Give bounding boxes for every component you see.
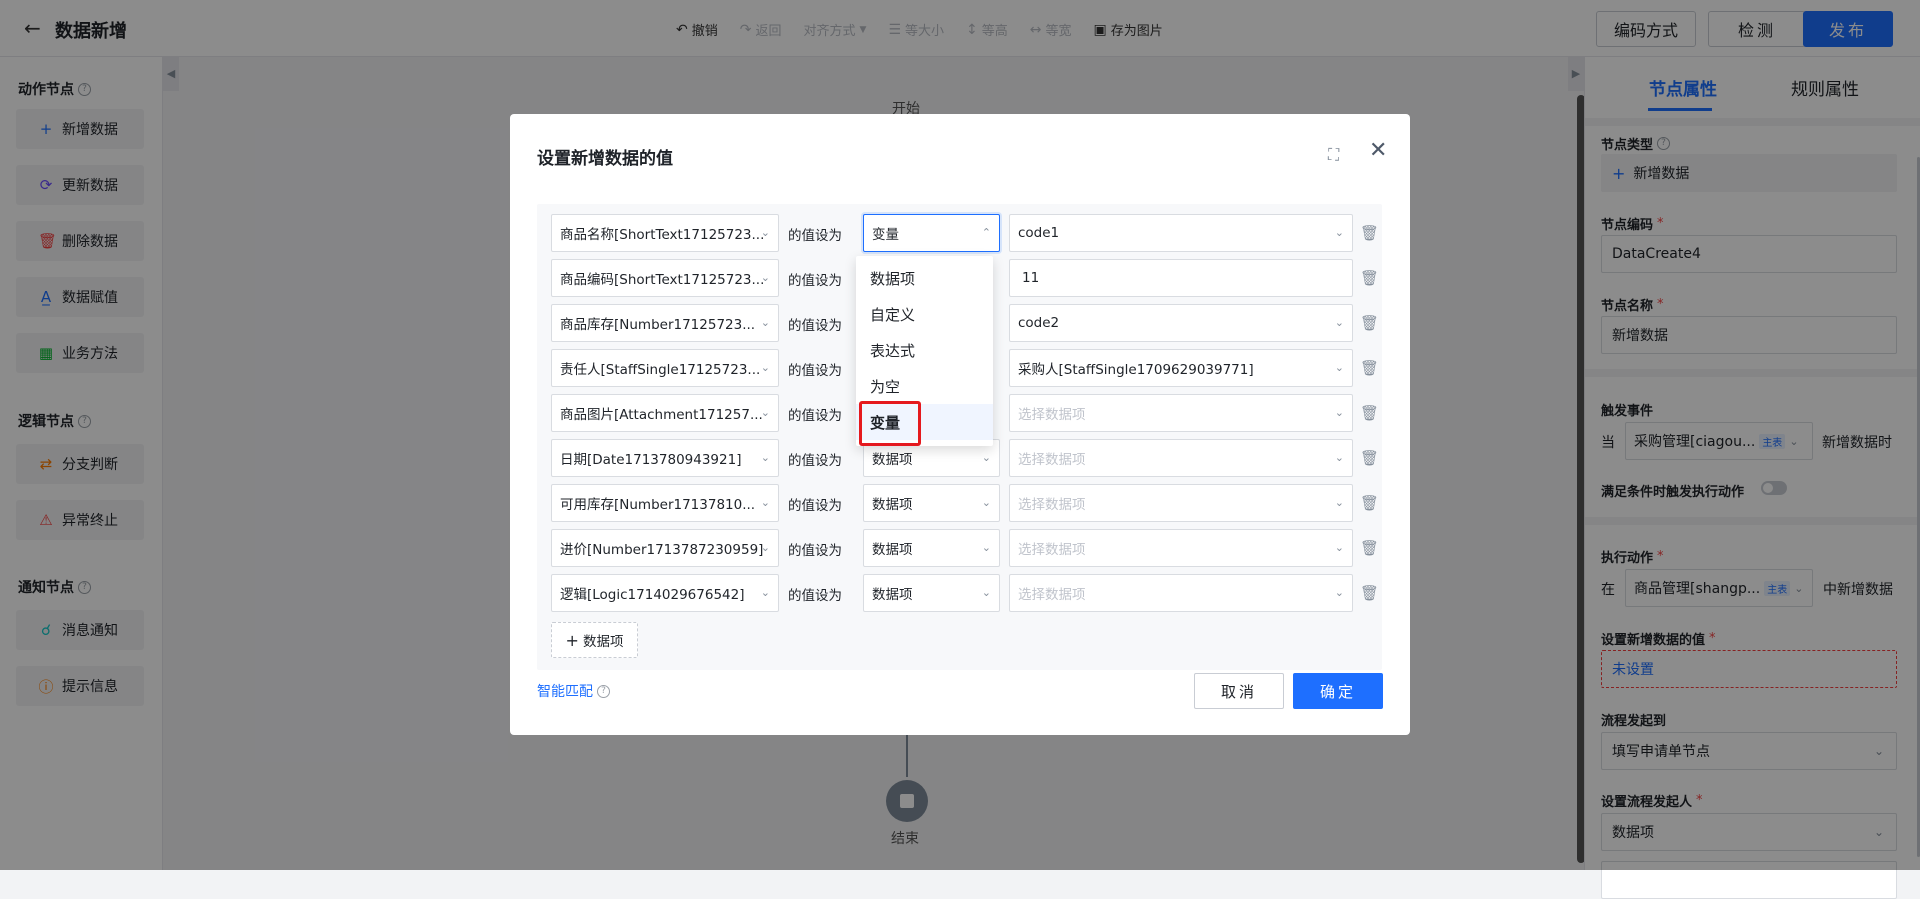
delete-icon[interactable]: 🗑 — [1360, 539, 1379, 557]
target-field-select[interactable]: 逻辑[Logic1714029676542] ⌄ — [551, 574, 779, 612]
chevron-down-icon: ⌄ — [1334, 406, 1344, 419]
target-field-select[interactable]: 商品名称[ShortText17125723... ⌄ — [551, 214, 779, 252]
value-select[interactable]: 选择数据项 ⌄ — [1009, 484, 1353, 522]
assign-text: 的值设为 — [788, 588, 842, 604]
delete-icon[interactable]: 🗑 — [1360, 314, 1379, 332]
mapping-row: 可用库存[Number17137810... ⌄ 的值设为 数据项 ⌄ 选择数据项 ⌄… — [551, 484, 1379, 522]
help-icon[interactable]: ? — [597, 684, 610, 698]
chevron-down-icon: ⌄ — [981, 541, 991, 554]
chevron-down-icon: ⌄ — [1334, 586, 1344, 599]
chevron-down-icon: ⌄ — [981, 586, 991, 599]
chevron-down-icon: ⌄ — [760, 271, 770, 284]
target-field-select[interactable]: 商品编码[ShortText17125723... ⌄ — [551, 259, 779, 297]
chevron-down-icon: ⌄ — [1334, 541, 1344, 554]
chevron-down-icon: ⌄ — [760, 406, 770, 419]
value-type-select[interactable]: 数据项 ⌄ — [863, 529, 1000, 567]
delete-icon[interactable]: 🗑 — [1360, 359, 1379, 377]
chevron-down-icon: ⌄ — [760, 541, 770, 554]
target-field-select[interactable]: 日期[Date1713780943921] ⌄ — [551, 439, 779, 477]
delete-icon[interactable]: 🗑 — [1360, 494, 1379, 512]
mapping-row: 进价[Number1713787230959] ⌄ 的值设为 数据项 ⌄ 选择数据项… — [551, 529, 1379, 567]
chevron-up-icon: ⌃ — [981, 226, 991, 239]
highlight-box — [859, 401, 921, 446]
chevron-down-icon: ⌄ — [1334, 496, 1344, 509]
option-empty[interactable]: 为空 — [856, 368, 993, 404]
chevron-down-icon: ⌄ — [1334, 361, 1344, 374]
option-expression[interactable]: 表达式 — [856, 332, 993, 368]
value-select[interactable]: code1 ⌄ — [1009, 214, 1353, 252]
value-select[interactable]: 选择数据项 ⌄ — [1009, 394, 1353, 432]
option-custom[interactable]: 自定义 — [856, 296, 993, 332]
value-select[interactable]: 选择数据项 ⌄ — [1009, 529, 1353, 567]
confirm-button[interactable]: 确定 — [1293, 673, 1383, 709]
dialog-title: 设置新增数据的值 — [537, 149, 673, 169]
value-select[interactable]: 选择数据项 ⌄ — [1009, 439, 1353, 477]
mapping-row: 商品名称[ShortText17125723... ⌄ 的值设为 变量 ⌃ code… — [551, 214, 1379, 252]
chevron-down-icon: ⌄ — [760, 316, 770, 329]
target-field-select[interactable]: 商品图片[Attachment171257... ⌄ — [551, 394, 779, 432]
value-type-select[interactable]: 变量 ⌃ — [863, 214, 1000, 252]
close-icon[interactable]: ✕ — [1369, 140, 1387, 162]
chevron-down-icon: ⌄ — [1334, 451, 1344, 464]
value-select[interactable]: code2 ⌄ — [1009, 304, 1353, 342]
target-field-select[interactable]: 可用库存[Number17137810... ⌄ — [551, 484, 779, 522]
chevron-down-icon: ⌄ — [1334, 316, 1344, 329]
chevron-down-icon: ⌄ — [981, 496, 991, 509]
assign-text: 的值设为 — [788, 273, 842, 289]
option-data-item[interactable]: 数据项 — [856, 260, 993, 296]
assign-text: 的值设为 — [788, 453, 842, 469]
assign-text: 的值设为 — [788, 408, 842, 424]
target-field-select[interactable]: 进价[Number1713787230959] ⌄ — [551, 529, 779, 567]
add-data-item-button[interactable]: + 数据项 — [551, 622, 638, 658]
delete-icon[interactable]: 🗑 — [1360, 269, 1379, 287]
chevron-down-icon: ⌄ — [760, 496, 770, 509]
delete-icon[interactable]: 🗑 — [1360, 224, 1379, 242]
chevron-down-icon: ⌄ — [981, 451, 991, 464]
value-select[interactable]: 选择数据项 ⌄ — [1009, 574, 1353, 612]
chevron-down-icon: ⌄ — [760, 451, 770, 464]
delete-icon[interactable]: 🗑 — [1360, 584, 1379, 602]
cancel-button[interactable]: 取消 — [1194, 673, 1284, 709]
value-select[interactable]: 采购人[StaffSingle1709629039771] ⌄ — [1009, 349, 1353, 387]
chevron-down-icon: ⌄ — [760, 586, 770, 599]
chevron-down-icon: ⌄ — [760, 361, 770, 374]
fullscreen-icon[interactable]: ⛶ — [1328, 145, 1339, 165]
assign-text: 的值设为 — [788, 363, 842, 379]
target-field-select[interactable]: 责任人[StaffSingle17125723... ⌄ — [551, 349, 779, 387]
chevron-down-icon: ⌄ — [1334, 226, 1344, 239]
delete-icon[interactable]: 🗑 — [1360, 404, 1379, 422]
assign-text: 的值设为 — [788, 318, 842, 334]
delete-icon[interactable]: 🗑 — [1360, 449, 1379, 467]
mapping-row: 逻辑[Logic1714029676542] ⌄ 的值设为 数据项 ⌄ 选择数据项 ⌄… — [551, 574, 1379, 612]
assign-text: 的值设为 — [788, 498, 842, 514]
plus-icon: + — [565, 630, 579, 650]
chevron-down-icon: ⌄ — [760, 226, 770, 239]
target-field-select[interactable]: 商品库存[Number17125723... ⌄ — [551, 304, 779, 342]
smart-match-link[interactable]: 智能匹配? — [537, 681, 610, 701]
assign-text: 的值设为 — [788, 228, 842, 244]
assign-text: 的值设为 — [788, 543, 842, 559]
value-input[interactable]: 11 — [1009, 259, 1353, 297]
value-type-select[interactable]: 数据项 ⌄ — [863, 484, 1000, 522]
value-type-select[interactable]: 数据项 ⌄ — [863, 574, 1000, 612]
